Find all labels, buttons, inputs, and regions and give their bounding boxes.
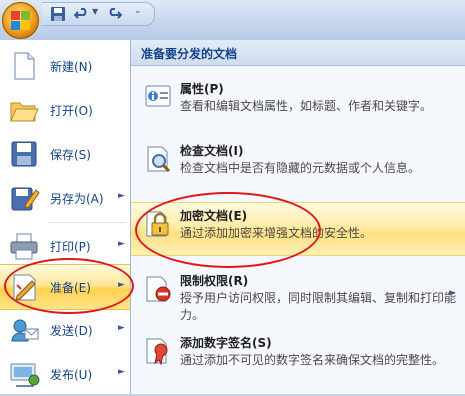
menu-item-label: 保存(S) <box>50 148 91 162</box>
menu-item-label: 发布(U) <box>50 368 93 382</box>
submenu-arrow-icon: ► <box>118 191 125 201</box>
menu-item-save-as[interactable]: 另存为(A) ► <box>0 176 130 220</box>
menu-item-label: 打印(P) <box>50 240 91 254</box>
submenu-arrow-icon: ► <box>118 323 125 333</box>
submenu-item-description: 查看和编辑文档属性，如标题、作者和关键字。 <box>180 99 433 113</box>
submenu-header-text: 准备要分发的文档 <box>141 47 238 61</box>
menu-item-print[interactable]: 打印(P) ► <box>0 224 130 268</box>
undo-dropdown-icon[interactable]: ▼ <box>92 7 100 23</box>
menu-item-label: 发送(D) <box>50 324 93 338</box>
office-menu-commands: 新建(N) 打开(O) 保存(S) 另存为(A) ► 打印(P) ► 准备(E)… <box>0 40 131 394</box>
submenu-item-title: 属性(P) <box>180 82 224 96</box>
redo-icon[interactable] <box>106 6 122 22</box>
publish-icon <box>10 363 40 387</box>
separator <box>48 222 126 223</box>
save-icon[interactable] <box>50 6 66 22</box>
submenu-item-title: 检查文档(I) <box>180 144 244 158</box>
submenu-arrow-icon: ► <box>118 280 125 290</box>
prepare-icon <box>13 274 36 301</box>
open-folder-icon <box>10 102 39 122</box>
submenu-arrow-icon: ► <box>118 367 125 377</box>
submenu-item-description: 通过添加加密来增强文档的安全性。 <box>180 226 373 240</box>
menu-item-send[interactable]: 发送(D) ► <box>0 308 130 352</box>
undo-icon[interactable] <box>74 6 90 22</box>
encrypt-lock-icon <box>146 211 169 237</box>
submenu-item-inspect-document[interactable]: 检查文档(I) 检查文档中是否有隐藏的元数据或个人信息。 <box>131 138 465 186</box>
office-button[interactable] <box>2 2 39 39</box>
submenu-arrow-icon: ► <box>449 288 456 298</box>
submenu-item-restrict-permission[interactable]: 限制权限(R) 授予用户访问权限，同时限制其编辑、复制和打印能力。 ► <box>131 268 465 326</box>
menu-item-prepare[interactable]: 准备(E) ► <box>0 264 130 310</box>
printer-icon <box>10 233 38 260</box>
submenu-item-encrypt-document[interactable]: 加密文档(E) 通过添加加密来增强文档的安全性。 <box>131 202 465 256</box>
submenu-item-title: 添加数字签名(S) <box>180 336 272 350</box>
menu-item-publish[interactable]: 发布(U) ► <box>0 352 130 396</box>
digital-signature-icon <box>146 338 168 366</box>
menu-item-label: 准备(E) <box>50 281 91 295</box>
customize-toolbar-icon[interactable]: ⌄ <box>134 6 144 22</box>
save-as-icon <box>11 187 40 211</box>
quick-access-toolbar: ▼ ⌄ <box>42 2 155 26</box>
submenu-item-digital-signature[interactable]: 添加数字签名(S) 通过添加不可见的数字签名来确保文档的完整性。 <box>131 330 465 390</box>
submenu-arrow-icon: ► <box>118 239 125 249</box>
properties-icon <box>145 85 171 107</box>
prepare-submenu: 准备要分发的文档 属性(P) 查看和编辑文档属性，如标题、作者和关键字。 检查文… <box>131 40 465 394</box>
menu-item-save[interactable]: 保存(S) <box>0 132 130 176</box>
submenu-item-description: 检查文档中是否有隐藏的元数据或个人信息。 <box>180 161 421 175</box>
save-disk-icon <box>11 141 37 167</box>
send-icon <box>11 319 39 342</box>
menu-item-new[interactable]: 新建(N) <box>0 44 130 88</box>
menu-item-open[interactable]: 打开(O) <box>0 88 130 132</box>
submenu-item-description: 授予用户访问权限，同时限制其编辑、复制和打印能力。 <box>180 291 457 322</box>
submenu-item-title: 加密文档(E) <box>180 209 248 223</box>
office-logo-icon <box>11 11 30 30</box>
inspect-document-icon <box>147 146 171 173</box>
menu-item-label: 另存为(A) <box>50 192 104 206</box>
submenu-item-title: 限制权限(R) <box>180 274 249 288</box>
menu-item-label: 打开(O) <box>50 104 93 118</box>
title-bar: ▼ ⌄ <box>0 0 465 41</box>
submenu-item-properties[interactable]: 属性(P) 查看和编辑文档属性，如标题、作者和关键字。 <box>131 76 465 132</box>
menu-item-label: 新建(N) <box>50 60 93 74</box>
new-document-icon <box>14 52 35 80</box>
submenu-header: 准备要分发的文档 <box>131 40 465 66</box>
submenu-item-description: 通过添加不可见的数字签名来确保文档的完整性。 <box>180 353 445 367</box>
restrict-permission-icon <box>146 276 171 302</box>
